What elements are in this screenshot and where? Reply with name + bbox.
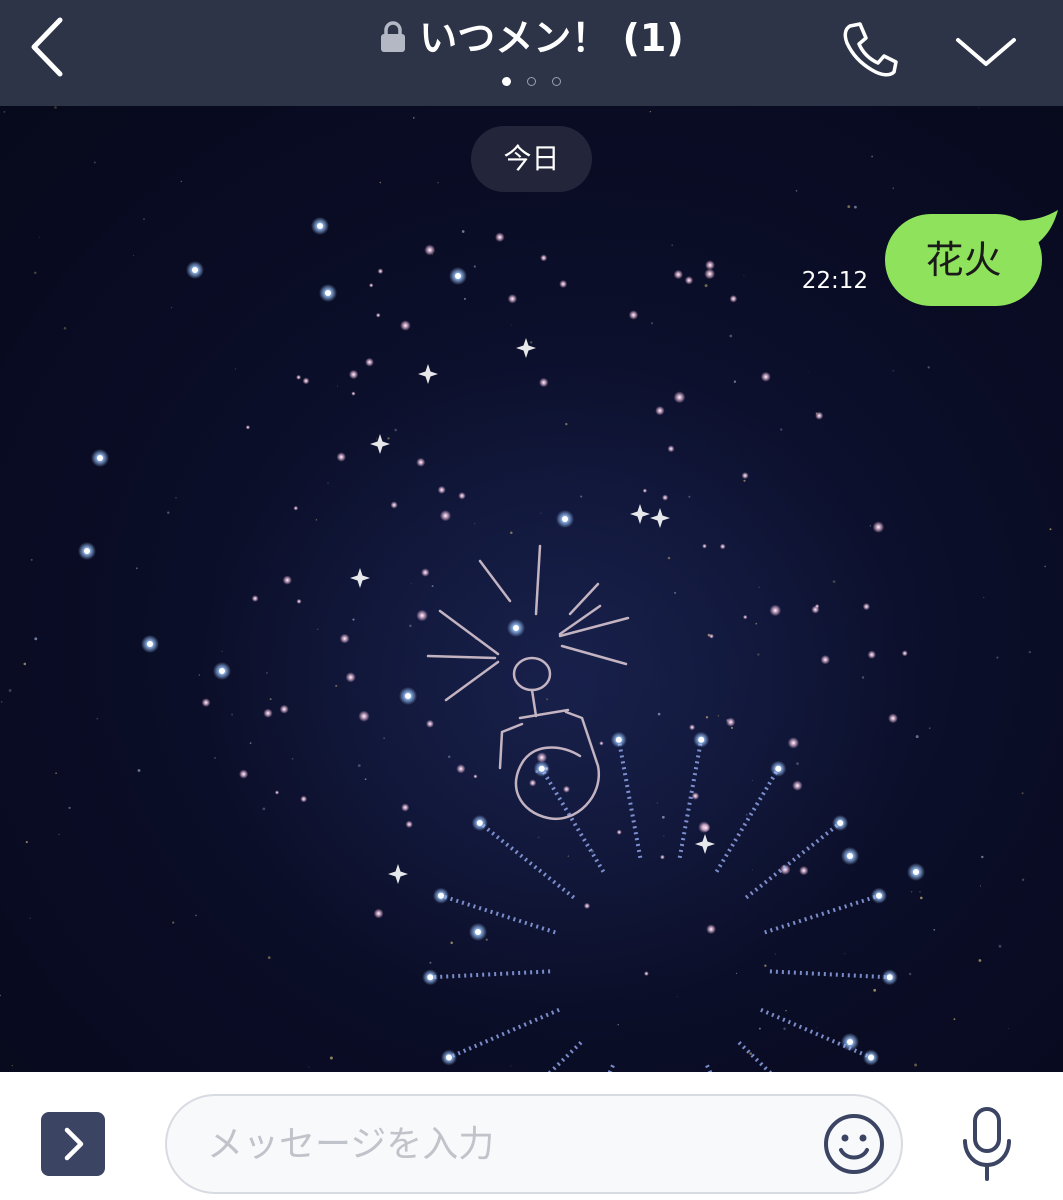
chevron-down-icon: [956, 38, 1016, 66]
chat-header: いつメン！ (1): [0, 0, 1063, 106]
chat-area[interactable]: 今日 花火 22:12: [0, 106, 1063, 1072]
menu-toggle-button[interactable]: [950, 24, 1022, 76]
microphone-button[interactable]: [956, 1105, 1018, 1183]
phone-icon: [843, 22, 898, 77]
lock-icon: [381, 21, 406, 52]
date-separator: 今日: [471, 126, 592, 192]
page-indicator: [0, 74, 1063, 88]
chat-title-area[interactable]: いつメン！ (1): [0, 14, 1063, 62]
message-input-bar: [0, 1072, 1063, 1200]
message-bubble-sent[interactable]: 花火: [885, 214, 1042, 306]
message-input-box[interactable]: [165, 1094, 903, 1194]
microphone-icon: [963, 1107, 1011, 1181]
emoji-button[interactable]: [822, 1112, 886, 1176]
page-dot: [527, 77, 536, 86]
page-dot-active: [502, 77, 511, 86]
expand-menu-button[interactable]: [41, 1112, 105, 1176]
message-input[interactable]: [205, 1118, 809, 1170]
smiley-icon: [824, 1114, 884, 1174]
page-dot: [552, 77, 561, 86]
call-button[interactable]: [836, 18, 902, 80]
chat-title: いつメン！ (1): [419, 16, 684, 60]
message-timestamp: 22:12: [801, 268, 868, 294]
chevron-right-icon: [64, 1127, 84, 1161]
